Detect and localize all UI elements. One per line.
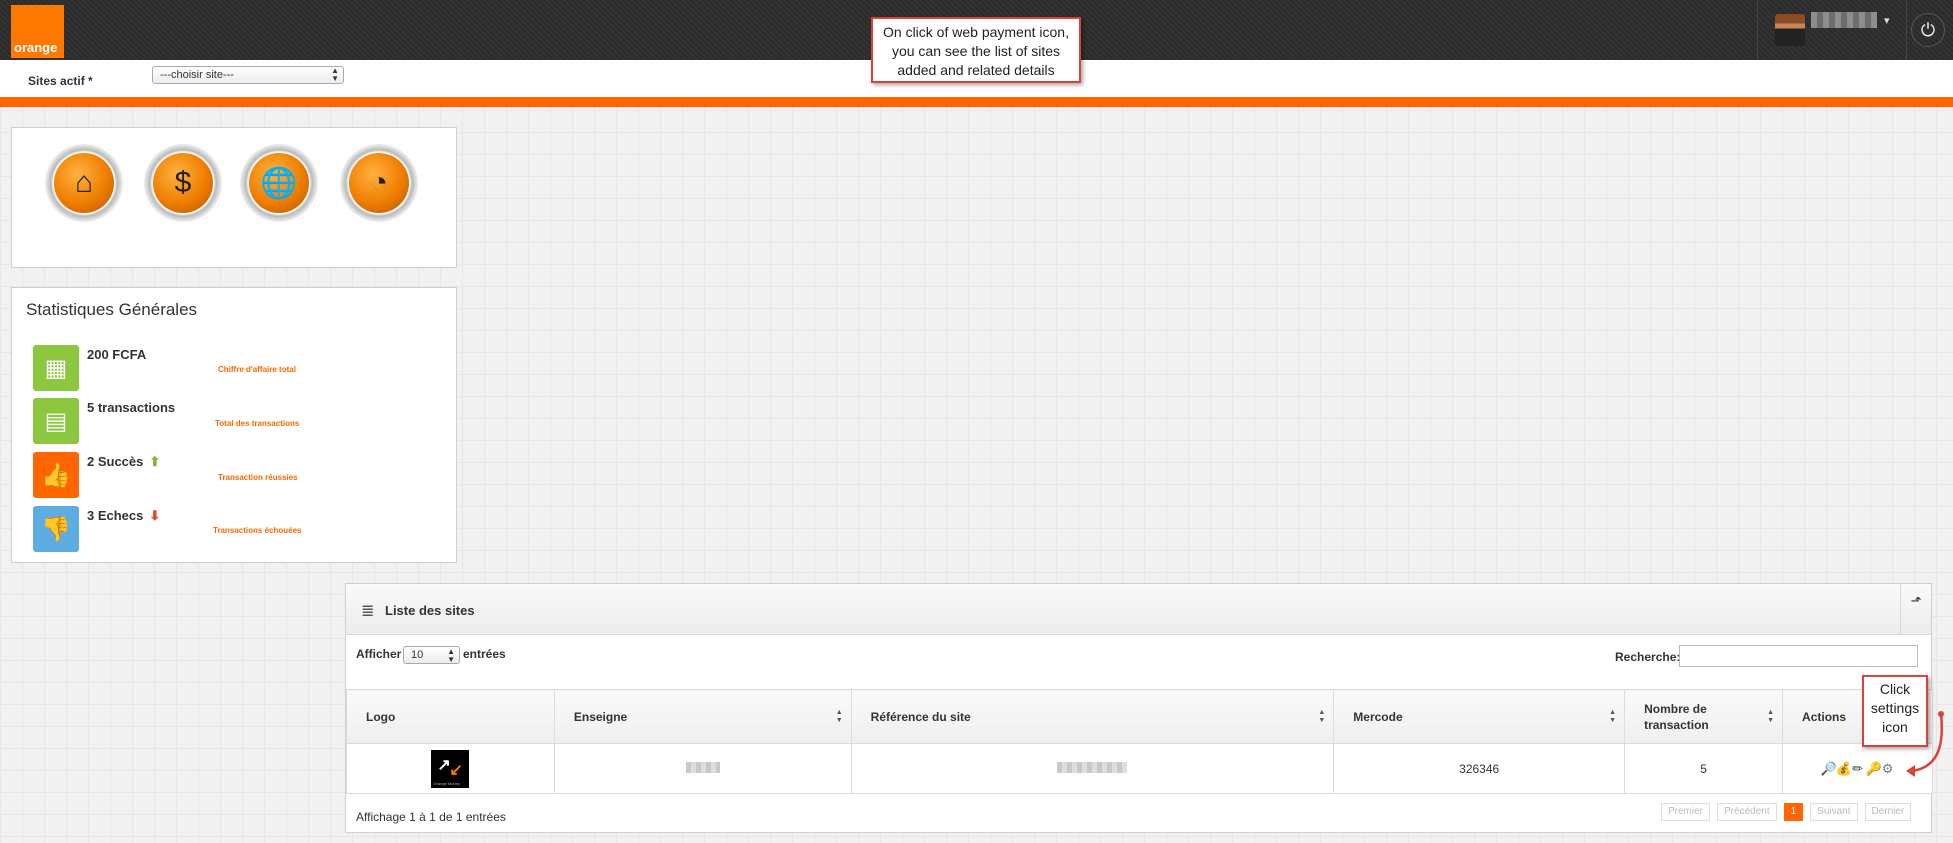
sites-table: Logo Enseigne ▲ ▼ Référence du site ▲ ▼ Merc… — [346, 689, 1933, 794]
annotation-line: added and related details — [897, 62, 1055, 78]
logo-text: orange — [14, 40, 58, 55]
gear-icon[interactable]: ⚙ — [1881, 761, 1895, 777]
stat-transactions-label: Total des transactions — [215, 419, 300, 428]
sites-list-panel: ≣ Liste des sites ⬏ Afficher 10 ▲ ▼ entré… — [345, 583, 1933, 833]
cash-icon: ▦ — [33, 345, 79, 391]
page-length-select[interactable]: 10 ▲ ▼ — [403, 646, 460, 664]
site-label: Sites actif * — [28, 74, 93, 88]
stat-success-text: 2 Succès — [87, 454, 144, 469]
enseigne-redacted — [685, 761, 720, 773]
navigation-panel: ⌂ $ 🌐 ◔ — [11, 127, 457, 268]
column-header-enseigne[interactable]: Enseigne ▲ ▼ — [553, 689, 852, 744]
sort-icon: ▲ ▼ — [1318, 709, 1326, 724]
next-page-button[interactable]: Suivant — [1810, 803, 1858, 821]
cell-logo: ↗ ↙ Orange Money — [346, 743, 555, 794]
page-length-value: 10 — [411, 649, 424, 661]
sites-list-header: ≣ Liste des sites ⬏ — [346, 584, 1931, 635]
sort-icon: ▲ ▼ — [1767, 709, 1775, 724]
current-page-button[interactable]: 1 — [1783, 803, 1804, 821]
thumbs-down-icon: 👎 — [33, 506, 79, 552]
stat-transactions-value: 5 transactions — [87, 400, 176, 415]
column-header-label: Nombre de transaction — [1644, 701, 1709, 732]
stat-failures-label: Transactions échouées — [213, 526, 302, 535]
sort-icon: ▲ ▼ — [1609, 709, 1617, 724]
cell-mercode: 326346 — [1333, 743, 1626, 794]
user-name-redacted — [1811, 12, 1877, 28]
arrow-down-icon: ⬇ — [149, 508, 161, 523]
previous-page-button[interactable]: Précédent — [1717, 803, 1777, 821]
calculator-icon: ▤ — [33, 398, 79, 444]
view-icon[interactable]: 🔎 — [1821, 761, 1837, 777]
annotation-line: you can see the list of sites — [891, 43, 1061, 59]
chevron-down-icon[interactable]: ▾ — [1884, 14, 1890, 27]
stat-failures-text: 3 Echecs — [87, 508, 144, 523]
web-payment-icon[interactable]: 🌐 — [240, 144, 318, 222]
table-info: Affichage 1 à 1 de 1 entrées — [356, 810, 506, 824]
entries-label: entrées — [463, 647, 506, 661]
stat-success-value: 2 Succès ⬆ — [87, 454, 160, 470]
money-icon[interactable]: $ — [144, 144, 222, 222]
web-payment-annotation: On click of web payment icon, you can se… — [871, 17, 1081, 83]
stat-revenue-label: Chiffre d'affaire total — [218, 365, 296, 374]
avatar — [1775, 14, 1805, 46]
annotation-line: On click of web payment icon, — [883, 24, 1069, 40]
cell-reference — [850, 743, 1335, 794]
site-select[interactable]: ---choisir site--- ▲ ▼ — [152, 66, 344, 84]
collapse-icon[interactable]: ⬏ — [1900, 584, 1931, 635]
search-label: Recherche: — [1615, 650, 1681, 664]
search-input[interactable] — [1679, 645, 1918, 667]
arrow-up-icon: ⬆ — [149, 454, 161, 469]
annotation-arrow-icon — [1906, 711, 1944, 777]
pagination: Premier Précédent 1 Suivant Dernier — [1661, 803, 1912, 821]
general-statistics-panel: Statistiques Générales ▦ 200 FCFA Chiffr… — [11, 287, 457, 563]
orange-money-logo: ↗ ↙ Orange Money — [431, 749, 470, 788]
orange-divider — [0, 97, 1953, 107]
length-label: Afficher — [356, 647, 402, 661]
cell-enseigne — [553, 743, 852, 794]
logo-caption: Orange Money — [433, 780, 460, 786]
reference-redacted — [1057, 761, 1128, 773]
select-arrows-icon: ▲ ▼ — [447, 647, 455, 664]
last-page-button[interactable]: Dernier — [1864, 803, 1912, 821]
column-header-reference[interactable]: Référence du site ▲ ▼ — [850, 689, 1335, 744]
column-header-label: Actions — [1802, 709, 1847, 724]
cell-transactions: 5 — [1624, 743, 1784, 794]
user-menu[interactable]: ▾ — [1757, 0, 1907, 60]
stat-success-label: Transaction réussies — [218, 473, 298, 482]
stat-failures-value: 3 Echecs ⬇ — [87, 508, 160, 524]
site-select-value: ---choisir site--- — [160, 69, 234, 81]
power-icon[interactable]: ⏻ — [1911, 13, 1945, 47]
list-icon: ≣ — [361, 603, 375, 620]
thumbs-up-icon: 👍 — [33, 452, 79, 498]
column-header-label: Enseigne — [573, 709, 628, 724]
select-arrows-icon: ▲ ▼ — [331, 66, 339, 83]
sort-icon: ▲ ▼ — [835, 709, 843, 724]
annotation-line: Click — [1879, 681, 1911, 697]
stat-revenue-value: 200 FCFA — [87, 347, 147, 362]
column-header-label: Mercode — [1353, 709, 1403, 724]
column-header-transactions[interactable]: Nombre de transaction ▲ ▼ — [1624, 689, 1784, 744]
key-icon[interactable]: 🔑 — [1866, 761, 1882, 777]
money-action-icon[interactable]: 💰 — [1836, 761, 1852, 777]
stats-title: Statistiques Générales — [26, 300, 198, 319]
first-page-button[interactable]: Premier — [1661, 803, 1711, 821]
column-header-mercode[interactable]: Mercode ▲ ▼ — [1333, 689, 1626, 744]
column-header-label: Logo — [366, 709, 396, 724]
table-row[interactable]: ↗ ↙ Orange Money 326346 5 🔎 💰 ✏ 🔑 ⚙ — [346, 743, 1933, 794]
sites-list-title: Liste des sites — [385, 603, 475, 618]
table-header-row: Logo Enseigne ▲ ▼ Référence du site ▲ ▼ Merc… — [346, 689, 1933, 744]
edit-icon[interactable]: ✏ — [1851, 761, 1865, 777]
home-icon[interactable]: ⌂ — [45, 144, 123, 222]
statistics-icon[interactable]: ◔ — [340, 144, 418, 222]
column-header-logo: Logo — [346, 689, 555, 744]
orange-logo[interactable]: orange — [11, 5, 64, 58]
column-header-label: Référence du site — [870, 709, 971, 724]
